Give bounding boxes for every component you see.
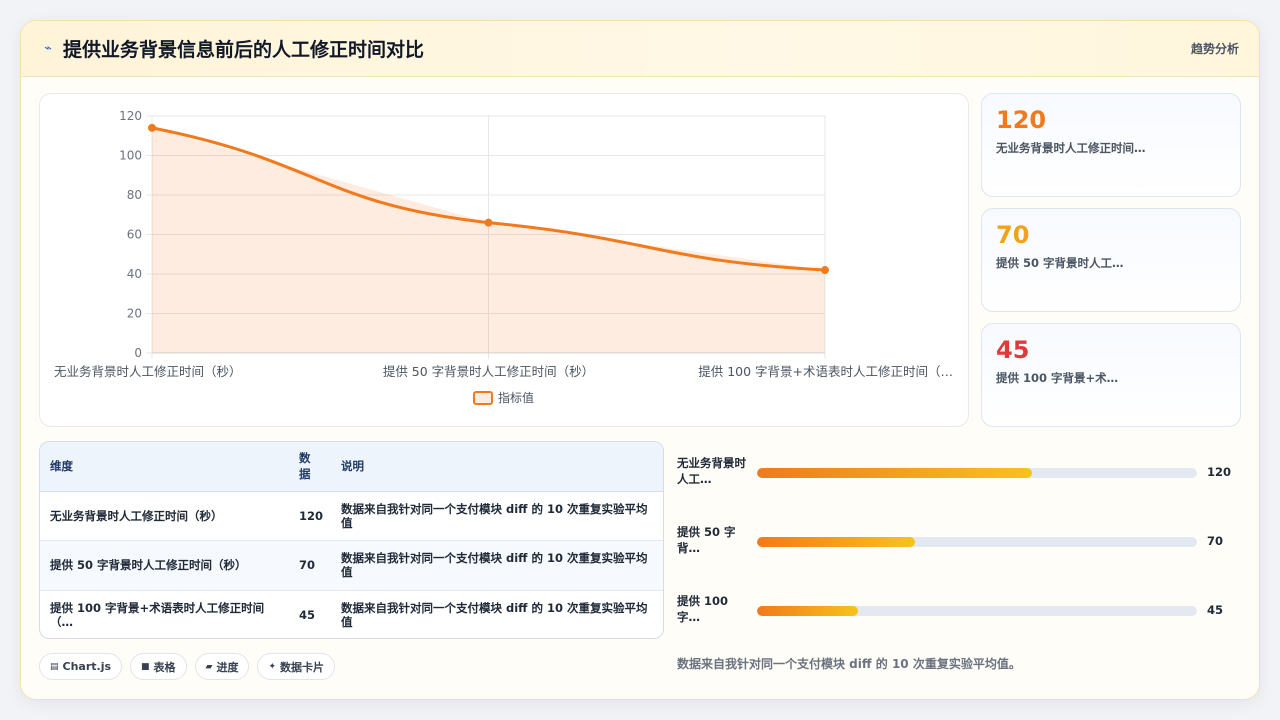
stat-value: 70: [996, 221, 1030, 249]
chip-label: Chart.js: [62, 660, 112, 673]
data-table: 维度 数据 说明 无业务背景时人工修正时间（秒） 120 数据来自我针对同一个支…: [40, 442, 663, 638]
card-header: ⌁ 提供业务背景信息前后的人工修正时间对比 趋势分析: [21, 21, 1259, 77]
chip-table[interactable]: ■ 表格: [130, 653, 187, 680]
chip-progress[interactable]: ▰ 进度: [194, 653, 250, 680]
table-row: 提供 50 字背景时人工修正时间（秒） 70 数据来自我针对同一个支付模块 di…: [40, 540, 663, 591]
column-header-dimension: 维度: [40, 442, 289, 492]
sparkle-icon: ⌁: [44, 41, 52, 56]
column-header-note: 说明: [331, 442, 663, 492]
y-tick-label: 120: [119, 109, 142, 123]
cell-dimension: 提供 100 字背景+术语表时人工修正时间（…: [50, 601, 265, 629]
x-category-label: 提供 50 字背景时人工修正时间（秒）: [383, 364, 594, 379]
progress-fill: [757, 606, 859, 616]
progress-fill: [757, 537, 916, 547]
feature-chips: ▤ Chart.js ■ 表格 ▰ 进度 ✦ 数据卡片: [39, 653, 336, 680]
chip-label: 进度: [216, 660, 239, 674]
progress-value: 120: [1207, 465, 1232, 479]
progress-value: 45: [1207, 603, 1224, 617]
data-table-panel: 维度 数据 说明 无业务背景时人工修正时间（秒） 120 数据来自我针对同一个支…: [39, 441, 664, 639]
y-tick-label: 0: [134, 346, 142, 360]
progress-icon: ▰: [205, 661, 213, 672]
y-tick-label: 20: [127, 307, 142, 321]
stat-label: 提供 100 字背景+术…: [996, 371, 1119, 385]
title-group: ⌁ 提供业务背景信息前后的人工修正时间对比: [41, 35, 424, 62]
stat-value: 120: [996, 106, 1047, 134]
progress-row-3: 提供 100 字… 45: [675, 589, 1245, 629]
table-row: 无业务背景时人工修正时间（秒） 120 数据来自我针对同一个支付模块 diff …: [40, 491, 663, 541]
chip-chartjs[interactable]: ▤ Chart.js: [39, 653, 123, 680]
footnote: 数据来自我针对同一个支付模块 diff 的 10 次重复实验平均值。: [677, 657, 1021, 671]
dashboard-card: ⌁ 提供业务背景信息前后的人工修正时间对比 趋势分析 0 20 40 60 80 100 1…: [20, 20, 1260, 700]
y-tick-label: 40: [127, 267, 142, 281]
card-icon: ✦: [268, 661, 277, 672]
progress-label: 提供 50 字背…: [677, 525, 736, 555]
legend-swatch: [473, 391, 493, 405]
data-point: [148, 123, 156, 132]
y-tick-label: 80: [127, 188, 142, 202]
line-chart-panel: 0 20 40 60 80 100 120 无业务背景时人工修正时间（秒） 提供 50 字背景时…: [39, 93, 969, 427]
x-category-label: 无业务背景时人工修正时间（秒）: [54, 364, 242, 379]
y-tick-label: 100: [119, 149, 142, 163]
progress-track: [757, 468, 1197, 478]
stat-card-3: 45 提供 100 字背景+术…: [981, 323, 1241, 427]
cell-note: 数据来自我针对同一个支付模块 diff 的 10 次重复实验平均值: [341, 601, 648, 629]
stat-label: 提供 50 字背景时人工…: [996, 256, 1124, 270]
chart-icon: ▤: [50, 661, 59, 672]
chip-label: 表格: [153, 660, 176, 674]
data-point: [821, 266, 829, 275]
cell-note: 数据来自我针对同一个支付模块 diff 的 10 次重复实验平均值: [331, 540, 663, 591]
progress-value: 70: [1207, 534, 1224, 548]
cell-dimension: 无业务背景时人工修正时间（秒）: [40, 491, 289, 541]
stat-value: 45: [996, 336, 1030, 364]
progress-track: [757, 606, 1197, 616]
stat-label: 无业务背景时人工修正时间…: [996, 141, 1146, 155]
cell-value: 120: [289, 491, 331, 541]
table-icon: ■: [141, 661, 150, 672]
cell-note: 数据来自我针对同一个支付模块 diff 的 10 次重复实验平均值: [331, 491, 663, 541]
chip-label: 数据卡片: [280, 660, 325, 674]
y-tick-label: 60: [127, 228, 142, 242]
progress-label: 无业务背景时人工…: [677, 456, 746, 486]
progress-row-2: 提供 50 字背… 70: [675, 520, 1245, 560]
progress-fill: [757, 468, 1032, 478]
line-chart: 0 20 40 60 80 100 120 无业务背景时人工修正时间（秒） 提供 50 字背景时…: [54, 109, 953, 405]
data-point: [484, 218, 493, 227]
progress-label: 提供 100 字…: [677, 594, 729, 624]
x-category-label: 提供 100 字背景+术语表时人工修正时间（…: [698, 364, 953, 379]
cell-value: 45: [299, 608, 316, 622]
cell-value: 70: [289, 540, 331, 591]
chip-data-card[interactable]: ✦ 数据卡片: [257, 653, 336, 680]
legend-label: 指标值: [498, 390, 534, 405]
column-header-value: 数据: [289, 442, 331, 492]
cell-dimension: 提供 50 字背景时人工修正时间（秒）: [40, 540, 289, 591]
table-header-row: 维度 数据 说明: [40, 442, 663, 492]
table-row: 提供 100 字背景+术语表时人工修正时间（… 45 数据来自我针对同一个支付模…: [40, 590, 663, 638]
trend-badge: 趋势分析: [1190, 42, 1239, 56]
progress-row-1: 无业务背景时人工… 120: [675, 451, 1245, 491]
page-title: 提供业务背景信息前后的人工修正时间对比: [63, 39, 425, 61]
progress-track: [757, 537, 1197, 547]
stat-card-1: 120 无业务背景时人工修正时间…: [981, 93, 1241, 197]
stat-card-2: 70 提供 50 字背景时人工…: [981, 208, 1241, 312]
